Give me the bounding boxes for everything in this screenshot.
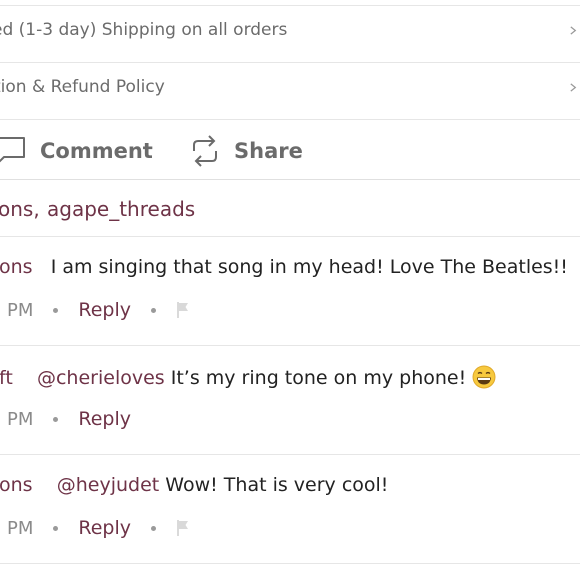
comment-line: ft @cherieloves It’s my ring tone on my … bbox=[0, 365, 496, 389]
shipping-info-row[interactable]: ed (1-3 day) Shipping on all orders bbox=[0, 6, 580, 63]
liker-name[interactable]: agape_threads bbox=[47, 197, 195, 221]
comment-text: I am singing that song in my head! Love … bbox=[50, 256, 568, 278]
comment-button-label: Comment bbox=[40, 139, 153, 163]
comment-time: PM bbox=[7, 408, 34, 430]
comment-time: PM bbox=[7, 299, 34, 321]
comment-username[interactable]: ons bbox=[0, 474, 33, 496]
likes-row: ons, agape_threads bbox=[0, 181, 580, 237]
comment-mention[interactable]: @heyjudet bbox=[57, 474, 160, 496]
chevron-right-icon bbox=[570, 83, 577, 92]
reply-link[interactable]: Reply bbox=[78, 408, 131, 430]
comment-username[interactable]: ons bbox=[0, 256, 33, 278]
comment-line: ons I am singing that song in my head! L… bbox=[0, 256, 568, 278]
comment-text: Wow! That is very cool! bbox=[165, 474, 389, 496]
grinning-face-emoji-icon bbox=[472, 365, 496, 389]
refund-policy-text: tion & Refund Policy bbox=[0, 77, 165, 97]
comment-mention[interactable]: @cherieloves bbox=[37, 367, 165, 389]
comment-item: ft @cherieloves It’s my ring tone on my … bbox=[0, 346, 580, 455]
comment-text: It’s my ring tone on my phone! bbox=[170, 367, 467, 389]
listing-detail-page: ed (1-3 day) Shipping on all orders tion… bbox=[0, 0, 580, 580]
separator-dot bbox=[53, 525, 59, 531]
reply-link[interactable]: Reply bbox=[78, 517, 131, 539]
comment-item: ons @heyjudet Wow! That is very cool! PM… bbox=[0, 455, 580, 564]
liker-name[interactable]: ons, bbox=[0, 197, 40, 221]
comment-button[interactable]: Comment bbox=[0, 135, 153, 167]
chevron-right-icon bbox=[570, 26, 577, 35]
comment-item: ons I am singing that song in my head! L… bbox=[0, 237, 580, 346]
share-repost-icon bbox=[193, 135, 217, 167]
comment-username[interactable]: ft bbox=[0, 367, 13, 389]
comment-line: ons @heyjudet Wow! That is very cool! bbox=[0, 474, 388, 496]
reply-link[interactable]: Reply bbox=[78, 299, 131, 321]
comment-time: PM bbox=[7, 517, 34, 539]
flag-icon[interactable] bbox=[176, 301, 190, 319]
separator-dot bbox=[53, 416, 59, 422]
shipping-info-text: ed (1-3 day) Shipping on all orders bbox=[0, 20, 288, 40]
comment-meta: PM Reply bbox=[0, 299, 190, 321]
flag-icon[interactable] bbox=[176, 519, 190, 537]
comment-meta: PM Reply bbox=[0, 408, 131, 430]
share-button[interactable]: Share bbox=[190, 135, 303, 167]
refund-policy-row[interactable]: tion & Refund Policy bbox=[0, 63, 580, 120]
separator-dot bbox=[53, 307, 59, 313]
comment-bubble-icon bbox=[0, 137, 25, 163]
separator-dot bbox=[151, 525, 157, 531]
separator-dot bbox=[151, 307, 157, 313]
comment-meta: PM Reply bbox=[0, 517, 190, 539]
action-bar: Comment Share bbox=[0, 121, 580, 180]
share-button-label: Share bbox=[234, 139, 303, 163]
